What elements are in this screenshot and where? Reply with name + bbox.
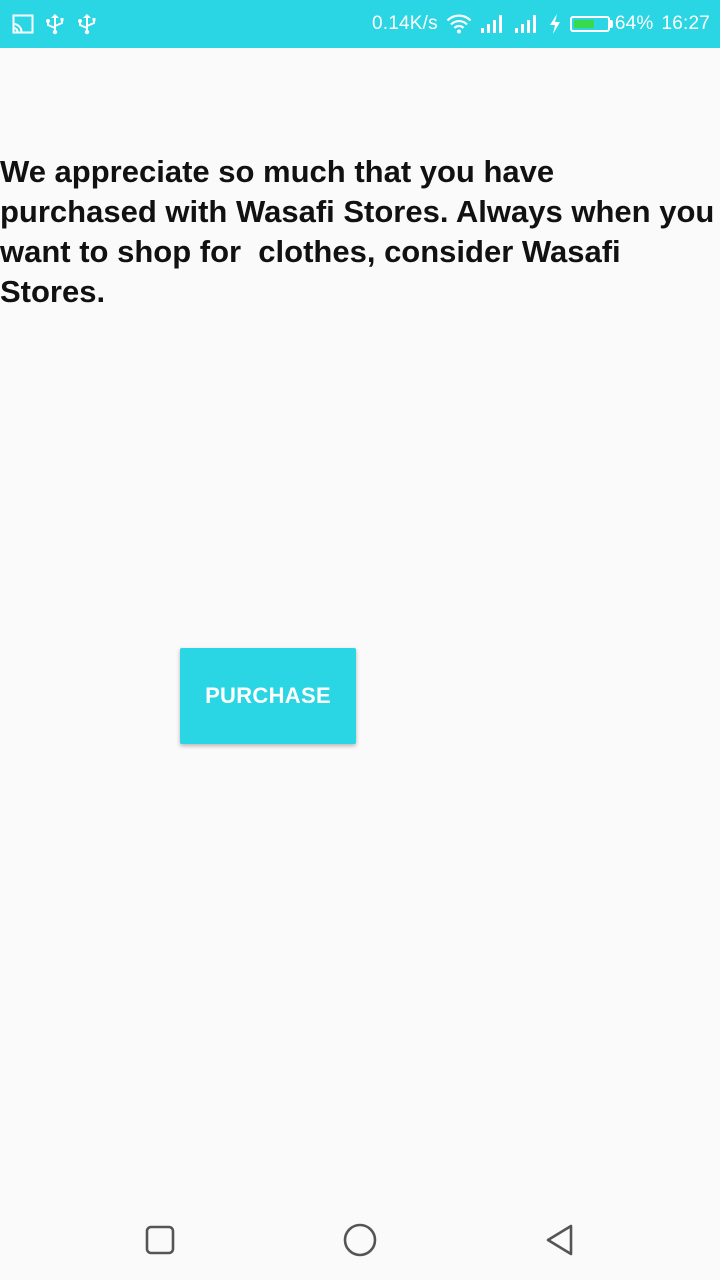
- charging-icon: [548, 13, 562, 35]
- clock: 16:27: [661, 13, 710, 34]
- wifi-icon: [446, 14, 472, 34]
- status-bar: 0.14K/s 64% 16:27: [0, 0, 720, 48]
- battery-tip: [609, 20, 613, 28]
- network-speed: 0.14K/s: [371, 13, 438, 34]
- battery-body: [569, 16, 610, 32]
- battery-fill: [573, 20, 595, 28]
- thank-you-message: We appreciate so much that you have purc…: [0, 154, 715, 309]
- back-icon: [546, 1224, 573, 1256]
- signal-icon: [514, 14, 540, 34]
- signal-icon: [480, 14, 506, 34]
- back-button[interactable]: [538, 1218, 582, 1262]
- screen: 0.14K/s 64% 16:27 We appreciate so much …: [0, 0, 720, 1280]
- home-icon: [343, 1223, 377, 1257]
- status-bar-right: 0.14K/s 64% 16:27: [364, 13, 710, 35]
- battery-icon: [569, 16, 613, 32]
- navigation-bar: [0, 1200, 720, 1280]
- status-bar-left: [12, 13, 108, 35]
- purchase-button[interactable]: PURCHASE: [180, 648, 356, 744]
- battery-percent: 64%: [614, 13, 654, 34]
- screen-cast-icon: [12, 14, 34, 34]
- usb-icon: [76, 13, 98, 35]
- home-button[interactable]: [338, 1218, 382, 1262]
- recents-icon: [145, 1225, 175, 1255]
- recents-button[interactable]: [138, 1218, 182, 1262]
- usb-icon: [44, 13, 66, 35]
